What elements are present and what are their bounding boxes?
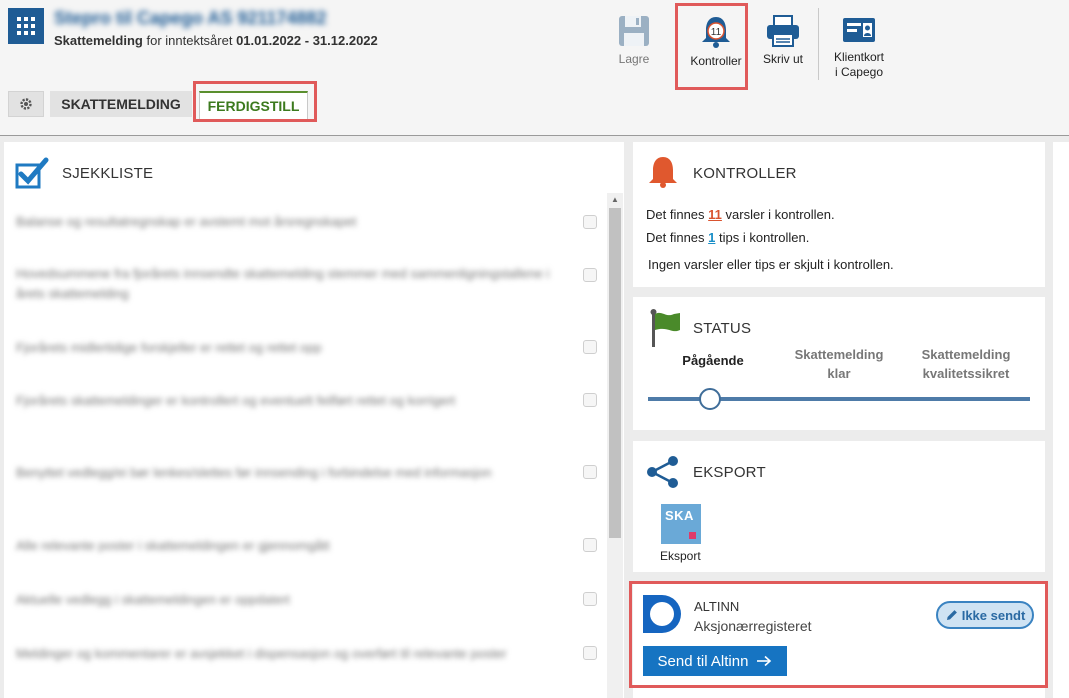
checklist-item: Hovedsummene fra fjorårets innsendte ska… (16, 266, 550, 301)
ska-export-tile[interactable]: SKA (661, 504, 701, 544)
app-menu-button[interactable] (8, 8, 44, 44)
status-step-kvalitetssikret-line1: Skattemelding (921, 347, 1011, 362)
status-slider-handle[interactable] (699, 388, 721, 410)
checklist-scroll-thumb[interactable] (609, 208, 621, 538)
company-name: Stepro til Capego AS 921174882 (54, 8, 327, 28)
print-button[interactable]: Skriv ut (760, 8, 806, 66)
top-bar: Stepro til Capego AS 921174882 Skattemel… (0, 0, 1069, 136)
printer-icon (767, 15, 799, 47)
checklist-item: Benyttet vedlegg/ei bør lenkes/slettes f… (16, 465, 492, 480)
document-type: Skattemelding (54, 33, 143, 48)
right-side-panel-edge (1053, 142, 1069, 698)
kontroller-highlight-box (675, 3, 748, 90)
status-step-klar-line2: klar (827, 366, 851, 381)
bell-icon (649, 157, 677, 188)
checklist-item: Aktuelle vedlegg i skattemeldingen er op… (16, 592, 290, 607)
eksport-tile-label: Eksport (660, 549, 701, 563)
document-subtitle: Skattemelding for inntektsåret 01.01.202… (54, 33, 378, 48)
checklist-checkbox[interactable] (583, 215, 597, 229)
warnings-line: Det finnes 11 varsler i kontrollen. (646, 207, 835, 222)
checklist-item: Balanse og resultatregnskap er avstemt m… (16, 214, 357, 229)
ska-logo-icon (689, 532, 696, 539)
hidden-info-text: Ingen varsler eller tips er skjult i kon… (648, 257, 894, 272)
scroll-up-arrow-icon[interactable]: ▲ (608, 194, 622, 206)
save-button[interactable]: Lagre (612, 8, 656, 66)
save-label: Lagre (618, 52, 650, 66)
toolbar-divider (818, 8, 819, 80)
subtitle-connector: for inntektsåret (142, 33, 237, 48)
checklist-checkbox[interactable] (583, 465, 597, 479)
client-card-label-line1: Klientkort (833, 50, 885, 64)
status-title: STATUS (693, 320, 752, 337)
checklist-item: Fjorårets midlertidige forskjeller er re… (16, 340, 322, 355)
checklist-checkbox[interactable] (583, 538, 597, 552)
tips-pre: Det finnes (646, 230, 709, 245)
ferdigstill-highlight-box (193, 81, 317, 122)
status-step-klar-line1: Skattemelding (794, 347, 884, 362)
floppy-disk-icon (619, 16, 649, 46)
status-step-kvalitetssikret-line2: kvalitetssikret (922, 366, 1010, 381)
tips-post: tips i kontrollen. (715, 230, 810, 245)
status-step-kvalitetssikret[interactable]: Skattemelding kvalitetssikret (906, 345, 1026, 383)
checklist-title: SJEKKLISTE (62, 165, 154, 182)
tips-line: Det finnes 1 tips i kontrollen. (646, 230, 809, 245)
checklist-item: Meldinger og kommentarer er avsjekket i … (16, 646, 507, 661)
settings-tab[interactable] (8, 91, 44, 117)
client-card-button[interactable]: Klientkort i Capego (828, 8, 890, 80)
client-card-label-line2: i Capego (834, 65, 884, 79)
status-step-pagaende[interactable]: Pågående (668, 351, 758, 370)
income-period: 01.01.2022 - 31.12.2022 (236, 33, 378, 48)
checklist-item: Fjorårets skattemeldinger er kontrollert… (16, 393, 456, 408)
checklist-item: Alle relevante poster i skattemeldingen … (16, 538, 330, 553)
ska-tile-text: SKA (665, 508, 694, 523)
print-label: Skriv ut (762, 52, 803, 66)
altinn-highlight-box (629, 581, 1048, 688)
warnings-pre: Det finnes (646, 207, 709, 222)
warnings-post: varsler i kontrollen. (721, 207, 835, 222)
share-icon (647, 456, 678, 488)
status-step-klar[interactable]: Skattemelding klar (780, 345, 898, 383)
checklist-icon (15, 157, 49, 189)
warnings-count-link[interactable]: 11 (708, 207, 722, 222)
flag-icon (650, 309, 680, 347)
eksport-title: EKSPORT (693, 464, 766, 481)
id-card-icon (843, 18, 875, 42)
tab-skattemelding[interactable]: SKATTEMELDING (50, 91, 192, 117)
checklist-checkbox[interactable] (583, 393, 597, 407)
checklist-checkbox[interactable] (583, 592, 597, 606)
checklist-checkbox[interactable] (583, 268, 597, 282)
kontroller-title: KONTROLLER (693, 165, 797, 182)
gear-icon (20, 98, 32, 110)
checklist-checkbox[interactable] (583, 646, 597, 660)
checklist-checkbox[interactable] (583, 340, 597, 354)
